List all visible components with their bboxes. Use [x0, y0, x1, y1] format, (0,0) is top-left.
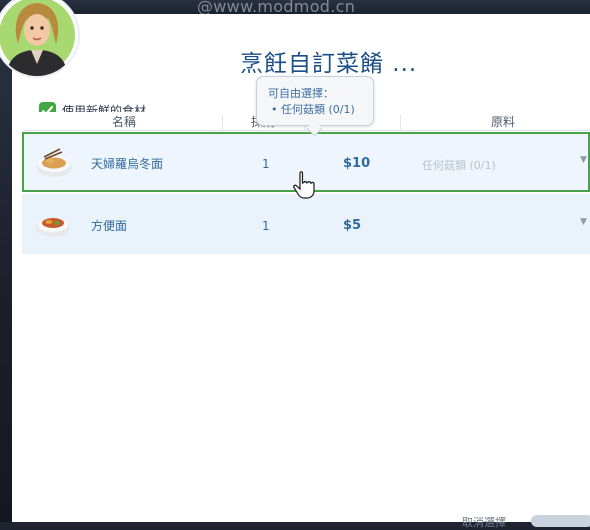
tooltip-item: • 任何菇類 (0/1)	[271, 103, 355, 116]
column-header-ingredients: 原料	[491, 115, 516, 129]
table-row[interactable]: 方便面 1 $5 ▼	[22, 194, 590, 255]
confirm-button[interactable]	[531, 515, 590, 527]
background-left	[0, 0, 12, 522]
chevron-down-icon[interactable]: ▼	[580, 155, 587, 165]
dialog-title: 烹飪自訂菜餚 ...	[240, 51, 418, 77]
column-header-name: 名稱	[112, 115, 137, 129]
ingredient-tooltip: 可自由選擇： • 任何菇類 (0/1)	[256, 76, 374, 137]
item-ingredients: 任何菇類 (0/1)	[422, 159, 496, 172]
item-quantity: 1	[262, 219, 270, 233]
column-divider	[222, 115, 223, 130]
chevron-down-icon[interactable]: ▼	[580, 217, 587, 227]
item-price: $10	[343, 156, 371, 171]
tooltip-heading: 可自由選擇：	[268, 87, 334, 100]
udon-dish-icon	[28, 137, 78, 187]
deselect-link[interactable]: 取消選擇	[462, 514, 506, 530]
hand-cursor-icon	[292, 171, 316, 199]
item-name: 方便面	[91, 219, 128, 233]
item-name: 天婦羅烏冬面	[91, 157, 164, 171]
instant-noodle-dish-icon	[28, 199, 78, 249]
item-price: $5	[343, 218, 362, 233]
item-quantity: 1	[262, 157, 270, 171]
column-divider	[400, 115, 401, 130]
